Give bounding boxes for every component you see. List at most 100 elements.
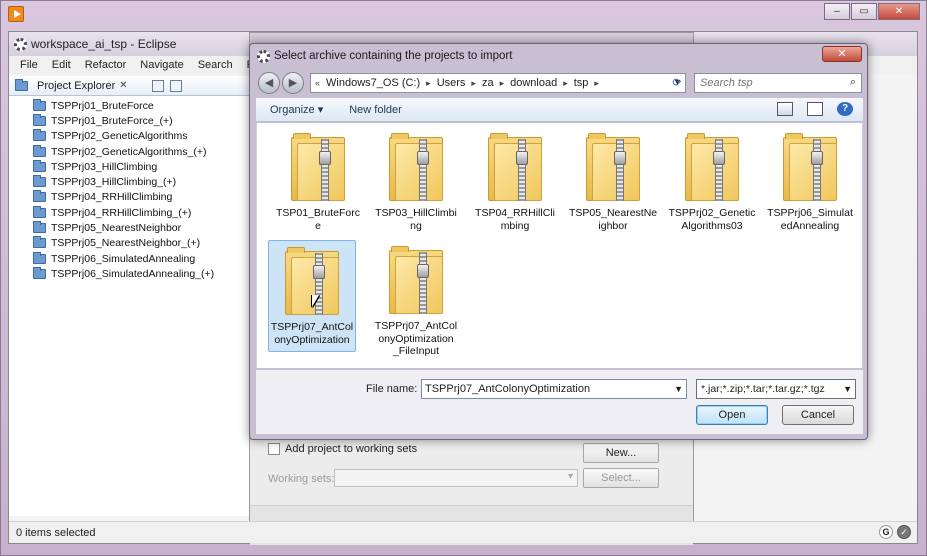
tree-item[interactable]: TSPPrj05_NearestNeighbor_(+) xyxy=(9,236,249,251)
file-item[interactable]: TSPPrj07_AntCol onyOptimization _FileInp… xyxy=(372,240,460,358)
file-name-value: TSPPrj07_AntColonyOptimization xyxy=(425,383,591,395)
link-editor-icon[interactable] xyxy=(169,79,182,92)
file-item[interactable]: TSPPrj06_Simulat edAnnealing xyxy=(766,127,854,232)
maximize-button[interactable]: ▭ xyxy=(851,3,877,20)
tree-item-label: TSPPrj01_BruteForce xyxy=(51,99,154,112)
file-item-label: TSPPrj02_Genetic Algorithms03 xyxy=(668,207,756,232)
tree-item-label: TSPPrj04_RRHillClimbing_(+) xyxy=(51,206,192,219)
refresh-icon[interactable]: ⟳ xyxy=(668,73,686,93)
file-type-select[interactable]: *.jar;*.zip;*.tar;*.tar.gz;*.tgz ▼ xyxy=(696,379,856,399)
file-item-label: TSP05_NearestNe ighbor xyxy=(569,207,658,232)
tree-item[interactable]: TSPPrj06_SimulatedAnnealing xyxy=(9,251,249,266)
tree-item[interactable]: TSPPrj03_HillClimbing_(+) xyxy=(9,174,249,189)
forward-button[interactable]: ▶ xyxy=(282,72,304,94)
tree-item[interactable]: TSPPrj03_HillClimbing xyxy=(9,159,249,174)
dialog-title: Select archive containing the projects t… xyxy=(274,50,513,62)
chevron-right-icon[interactable]: ▸ xyxy=(426,78,431,89)
minimize-button[interactable]: – xyxy=(824,3,850,20)
tree-item-label: TSPPrj05_NearestNeighbor xyxy=(51,222,182,235)
chevron-right-icon[interactable]: ▸ xyxy=(594,78,599,89)
breadcrumb-drive[interactable]: Windows7_OS (C:) xyxy=(326,77,420,89)
change-view-icon[interactable] xyxy=(777,102,793,116)
file-item[interactable]: TSP05_NearestNe ighbor xyxy=(569,127,657,232)
breadcrumb-download[interactable]: download xyxy=(510,77,557,89)
menu-search[interactable]: Search xyxy=(191,56,240,74)
tree-item-label: TSPPrj04_RRHillClimbing xyxy=(51,191,173,204)
project-folder-icon xyxy=(33,159,46,172)
file-item-label: TSPPrj07_AntCol onyOptimization _FileInp… xyxy=(374,320,458,357)
dialog-close-button[interactable]: ✕ xyxy=(822,46,862,62)
tree-item[interactable]: TSPPrj01_BruteForce xyxy=(9,98,249,113)
view-toolbar xyxy=(151,79,182,92)
file-item[interactable]: TSP04_RRHillCli mbing xyxy=(471,127,559,232)
status-icons: G ✓ xyxy=(879,525,911,539)
organize-button[interactable]: Organize ▾ xyxy=(270,103,323,116)
menu-edit[interactable]: Edit xyxy=(45,56,78,74)
file-name-input[interactable]: TSPPrj07_AntColonyOptimization ▼ xyxy=(421,379,687,399)
back-button[interactable]: ◀ xyxy=(258,72,280,94)
dialog-footer: File name: TSPPrj07_AntColonyOptimizatio… xyxy=(256,370,863,434)
address-bar[interactable]: « Windows7_OS (C:) ▸ Users ▸ za ▸ downlo… xyxy=(310,73,686,93)
breadcrumb-tsp[interactable]: tsp xyxy=(574,77,589,89)
select-working-sets-button[interactable]: Select... xyxy=(583,468,659,488)
file-item[interactable]: TSP01_BruteForc e xyxy=(274,127,362,232)
status-bar: 0 items selected G ✓ xyxy=(9,521,917,543)
mouse-cursor-icon xyxy=(312,295,319,307)
tree-item[interactable]: TSPPrj02_GeneticAlgorithms_(+) xyxy=(9,144,249,159)
file-name-label: File name: xyxy=(366,383,418,395)
tree-item[interactable]: TSPPrj04_RRHillClimbing_(+) xyxy=(9,205,249,220)
project-tree: TSPPrj01_BruteForce TSPPrj01_BruteForce_… xyxy=(9,96,249,516)
tree-item[interactable]: TSPPrj06_SimulatedAnnealing_(+) xyxy=(9,266,249,281)
file-item[interactable]: TSPPrj02_Genetic Algorithms03 xyxy=(668,127,756,232)
new-folder-button[interactable]: New folder xyxy=(349,104,402,116)
project-explorer-tab[interactable]: Project Explorer ✕ xyxy=(9,76,249,96)
breadcrumb-users[interactable]: Users xyxy=(437,77,466,89)
chevron-right-icon[interactable]: ▸ xyxy=(500,78,505,89)
tree-item-label: TSPPrj02_GeneticAlgorithms xyxy=(51,130,188,143)
address-row: ◀ ▶ « Windows7_OS (C:) ▸ Users ▸ za ▸ do… xyxy=(256,70,863,96)
file-type-value: *.jar;*.zip;*.tar;*.tar.gz;*.tgz xyxy=(701,383,825,395)
project-folder-icon xyxy=(33,129,46,142)
chevron-down-icon[interactable]: ▼ xyxy=(843,380,852,398)
working-sets-select[interactable] xyxy=(334,469,578,487)
chevron-right-icon[interactable]: ▸ xyxy=(563,78,568,89)
file-item-selected[interactable]: TSPPrj07_AntCol onyOptimization xyxy=(268,240,356,352)
project-folder-icon xyxy=(33,221,46,234)
tree-item-label: TSPPrj06_SimulatedAnnealing_(+) xyxy=(51,267,215,280)
file-item[interactable]: TSP03_HillClimbi ng xyxy=(372,127,460,232)
search-icon[interactable]: ⌕ xyxy=(850,76,856,89)
chevron-down-icon[interactable]: ▼ xyxy=(674,380,683,398)
collapse-all-icon[interactable] xyxy=(151,79,164,92)
command-bar: Organize ▾ New folder ? xyxy=(256,98,863,122)
select-archive-dialog: Select archive containing the projects t… xyxy=(249,43,868,440)
tree-item[interactable]: TSPPrj02_GeneticAlgorithms xyxy=(9,129,249,144)
zip-folder-icon xyxy=(783,133,837,201)
breadcrumb-overflow[interactable]: « xyxy=(315,78,320,88)
zip-folder-icon xyxy=(488,133,542,201)
search-input[interactable] xyxy=(695,74,835,92)
eclipse-icon xyxy=(14,38,27,51)
check-icon[interactable]: ✓ xyxy=(897,525,911,539)
close-tab-icon[interactable]: ✕ xyxy=(119,80,127,91)
close-button[interactable]: ✕ xyxy=(878,3,920,20)
menu-refactor[interactable]: Refactor xyxy=(78,56,134,74)
cancel-button[interactable]: Cancel xyxy=(782,405,854,425)
menu-navigate[interactable]: Navigate xyxy=(133,56,190,74)
preview-pane-icon[interactable] xyxy=(807,102,823,116)
open-button[interactable]: Open xyxy=(696,405,768,425)
new-working-set-button[interactable]: New... xyxy=(583,443,659,463)
add-to-working-sets-checkbox[interactable] xyxy=(268,443,280,455)
project-folder-icon xyxy=(33,175,46,188)
file-item-label: TSPPrj06_Simulat edAnnealing xyxy=(767,207,853,232)
file-item-label: TSP03_HillClimbi ng xyxy=(375,207,457,232)
chevron-right-icon[interactable]: ▸ xyxy=(471,78,476,89)
tree-item-label: TSPPrj03_HillClimbing_(+) xyxy=(51,176,177,189)
project-folder-icon xyxy=(33,266,46,279)
tree-item[interactable]: TSPPrj05_NearestNeighbor xyxy=(9,220,249,235)
tree-item[interactable]: TSPPrj01_BruteForce_(+) xyxy=(9,113,249,128)
help-icon[interactable]: ? xyxy=(837,102,853,116)
breadcrumb-za[interactable]: za xyxy=(482,77,494,89)
menu-file[interactable]: File xyxy=(13,56,45,74)
tree-item[interactable]: TSPPrj04_RRHillClimbing xyxy=(9,190,249,205)
google-icon[interactable]: G xyxy=(879,525,893,539)
